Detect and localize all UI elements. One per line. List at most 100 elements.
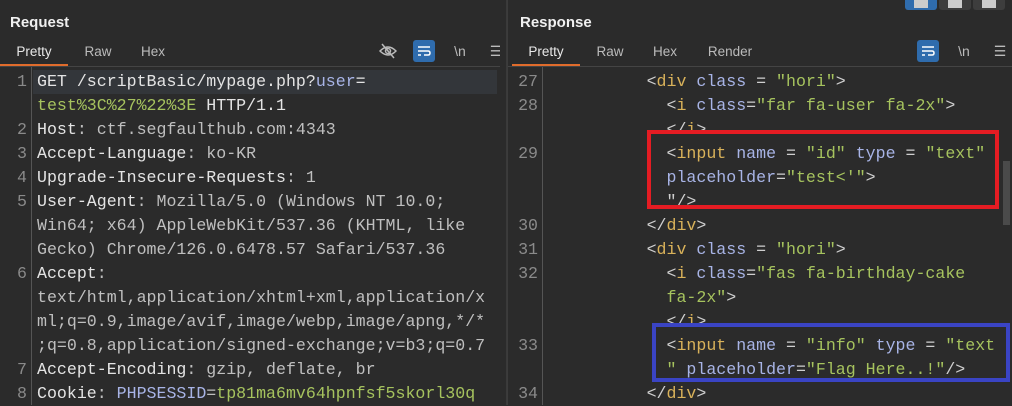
code-token: div bbox=[656, 240, 687, 259]
line-number: 28 bbox=[518, 96, 538, 115]
tab-request-raw[interactable]: Raw bbox=[68, 42, 128, 66]
code-line: test%3C%27%22%3E HTTP/1.1 bbox=[37, 94, 286, 118]
code-line: fa-2x"> bbox=[547, 286, 736, 310]
line-number: 3 bbox=[17, 144, 27, 163]
code-token: Accept bbox=[37, 264, 97, 283]
code-token: = bbox=[746, 264, 757, 283]
code-line: ;q=0.8,application/signed-exchange;v=b3;… bbox=[37, 334, 485, 358]
code-token: Upgrade-Insecure-Requests bbox=[37, 168, 286, 187]
code-token: = bbox=[746, 72, 777, 91]
code-line: Gecko) Chrome/126.0.6478.57 Safari/537.3… bbox=[37, 238, 445, 262]
code-token: Accept-Language bbox=[37, 144, 187, 163]
red-highlight-box bbox=[647, 130, 999, 209]
code-token: < bbox=[547, 264, 677, 283]
line-number: 32 bbox=[518, 264, 538, 283]
request-panel: Request Pretty Raw Hex \n ☰ 1 GET /script… bbox=[0, 0, 502, 405]
code-token: </ bbox=[547, 216, 667, 235]
response-toolbar: \n ☰ bbox=[917, 40, 1011, 62]
code-token: Accept-Encoding bbox=[37, 360, 187, 379]
code-token: = bbox=[206, 384, 217, 403]
line-number: 27 bbox=[518, 72, 538, 91]
tab-response-render[interactable]: Render bbox=[690, 42, 770, 66]
code-token: > bbox=[835, 72, 846, 91]
code-token: = bbox=[355, 72, 366, 91]
line-number: 5 bbox=[17, 192, 27, 211]
code-line: <div class = "hori"> bbox=[547, 238, 846, 262]
code-token: > bbox=[696, 384, 707, 403]
code-line: ml;q=0.9,image/avif,image/webp,image/apn… bbox=[37, 310, 485, 334]
menu-icon[interactable]: ☰ bbox=[989, 40, 1011, 62]
code-token: div bbox=[656, 72, 687, 91]
wrap-lines-icon[interactable] bbox=[917, 40, 939, 62]
newline-icon[interactable]: \n bbox=[449, 40, 471, 62]
line-number: 6 bbox=[17, 264, 27, 283]
code-token: Gecko) Chrome/126.0.6478.57 Safari/537.3… bbox=[37, 240, 446, 259]
code-token: test%3C%27%22%3E bbox=[37, 96, 197, 115]
code-token: Host bbox=[37, 120, 77, 139]
code-token: : ctf.segfaulthub.com:4343 bbox=[76, 120, 336, 139]
code-token: div bbox=[666, 384, 697, 403]
line-number: 2 bbox=[17, 120, 27, 139]
code-token: "far fa-user fa-2x" bbox=[756, 96, 946, 115]
line-number: 31 bbox=[518, 240, 538, 259]
code-token: ;q=0.8,application/signed-exchange;v=b3;… bbox=[37, 336, 486, 355]
wrap-lines-icon[interactable] bbox=[413, 40, 435, 62]
hide-nonprintable-eye-slash-icon[interactable] bbox=[377, 40, 399, 62]
line-number: 1 bbox=[17, 72, 27, 91]
code-token: < bbox=[547, 96, 677, 115]
code-token: "hori" bbox=[776, 72, 836, 91]
line-number: 4 bbox=[17, 168, 27, 187]
blue-highlight-box bbox=[652, 323, 1010, 382]
code-token: tp81ma6mv64hpnfsf5skorl30q bbox=[216, 384, 476, 403]
request-toolbar: \n ☰ bbox=[377, 40, 507, 62]
code-token: Win64; x64) AppleWebKit/537.36 (KHTML, l… bbox=[37, 216, 466, 235]
code-token: : Mozilla/5.0 (Windows NT 10.0; bbox=[136, 192, 446, 211]
code-token: < bbox=[547, 240, 657, 259]
tab-response-raw[interactable]: Raw bbox=[580, 42, 640, 66]
code-token: Cookie bbox=[37, 384, 97, 403]
code-token: > bbox=[696, 216, 707, 235]
code-token: User-Agent bbox=[37, 192, 137, 211]
code-line: Accept: bbox=[37, 262, 107, 286]
code-line: Upgrade-Insecure-Requests: 1 bbox=[37, 166, 316, 190]
code-line: </div> bbox=[547, 214, 707, 238]
code-token: "hori" bbox=[776, 240, 836, 259]
line-number: 30 bbox=[518, 216, 538, 235]
code-token: = bbox=[746, 240, 777, 259]
line-number: 29 bbox=[518, 144, 538, 163]
request-editor[interactable]: 1 GET /scriptBasic/mypage.php?user= test%3… bbox=[0, 67, 500, 405]
code-line: Win64; x64) AppleWebKit/537.36 (KHTML, l… bbox=[37, 214, 465, 238]
tab-response-hex[interactable]: Hex bbox=[640, 42, 690, 66]
split-divider[interactable] bbox=[500, 0, 507, 405]
code-token: > bbox=[945, 96, 956, 115]
request-tabs: Pretty Raw Hex bbox=[0, 42, 178, 66]
code-line: </div> bbox=[547, 382, 707, 406]
code-line: Cookie: PHPSESSID=tp81ma6mv64hpnfsf5skor… bbox=[37, 382, 475, 406]
line-number: 8 bbox=[17, 384, 27, 403]
code-token: > bbox=[726, 288, 737, 307]
newline-icon[interactable]: \n bbox=[953, 40, 975, 62]
response-tabs: Pretty Raw Hex Render bbox=[512, 42, 770, 66]
code-token: class bbox=[686, 240, 747, 259]
response-title: Response bbox=[520, 14, 592, 31]
code-token: > bbox=[835, 240, 846, 259]
code-line: <div class = "hori"> bbox=[547, 70, 846, 94]
line-number: 33 bbox=[518, 336, 538, 355]
code-line: GET /scriptBasic/mypage.php?user= bbox=[37, 70, 366, 94]
code-token: HTTP/1.1 bbox=[196, 96, 286, 115]
tab-request-pretty[interactable]: Pretty bbox=[0, 42, 68, 66]
code-token: : 1 bbox=[285, 168, 316, 187]
tab-request-hex[interactable]: Hex bbox=[128, 42, 178, 66]
code-token: : bbox=[96, 264, 107, 283]
tab-response-pretty[interactable]: Pretty bbox=[512, 42, 580, 66]
response-scrollbar[interactable] bbox=[1003, 161, 1010, 225]
code-token: ml;q=0.9,image/avif,image/webp,image/apn… bbox=[37, 312, 486, 331]
code-token: i bbox=[676, 96, 687, 115]
code-line: Accept-Encoding: gzip, deflate, br bbox=[37, 358, 376, 382]
code-token: text/html,application/xhtml+xml,applicat… bbox=[37, 288, 486, 307]
code-token: i bbox=[676, 264, 687, 283]
code-line: Accept-Language: ko-KR bbox=[37, 142, 256, 166]
code-token: class bbox=[686, 96, 747, 115]
code-token: class bbox=[686, 264, 747, 283]
line-number: 7 bbox=[17, 360, 27, 379]
